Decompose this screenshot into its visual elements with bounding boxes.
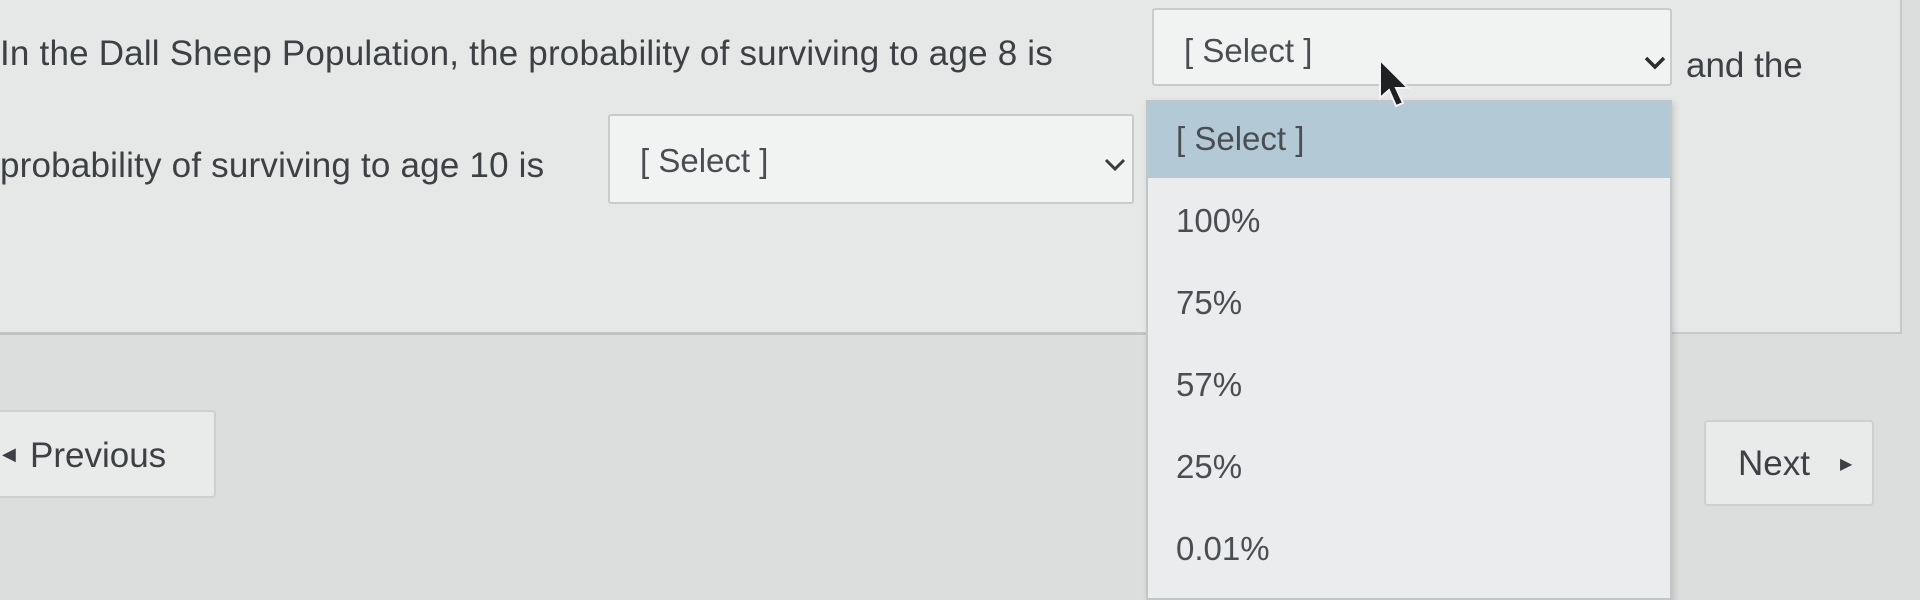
next-label: Next [1738, 444, 1810, 483]
option-57-percent[interactable]: 57% [1148, 348, 1670, 424]
previous-label: Previous [30, 436, 167, 475]
age8-options-listbox[interactable]: [ Select ] 100% 75% 57% 25% 0.01% [1146, 100, 1672, 600]
option-select-placeholder[interactable]: [ Select ] [1148, 102, 1670, 178]
previous-button[interactable]: ◀ Previous [0, 410, 216, 498]
chevron-down-icon [1644, 56, 1666, 70]
chevron-down-icon [1104, 158, 1126, 172]
age10-survival-select[interactable]: [ Select ] [608, 114, 1134, 204]
option-25-percent[interactable]: 25% [1148, 430, 1670, 506]
question-text-line1: In the Dall Sheep Population, the probab… [0, 34, 1053, 73]
mouse-pointer-icon [1378, 57, 1416, 112]
question-text-tail: and the [1686, 46, 1803, 85]
age10-select-value: [ Select ] [640, 142, 769, 179]
option-0.01-percent[interactable]: 0.01% [1148, 512, 1670, 588]
option-100-percent[interactable]: 100% [1148, 184, 1670, 260]
triangle-right-icon: ▶ [1840, 456, 1853, 473]
next-button[interactable]: Next ▶ [1704, 420, 1874, 506]
panel-divider [0, 333, 1150, 335]
age8-select-value: [ Select ] [1184, 32, 1313, 69]
question-text-line2: probability of surviving to age 10 is [0, 146, 545, 185]
option-75-percent[interactable]: 75% [1148, 266, 1670, 342]
triangle-left-icon: ◀ [2, 444, 16, 464]
quiz-page: In the Dall Sheep Population, the probab… [0, 0, 1920, 600]
